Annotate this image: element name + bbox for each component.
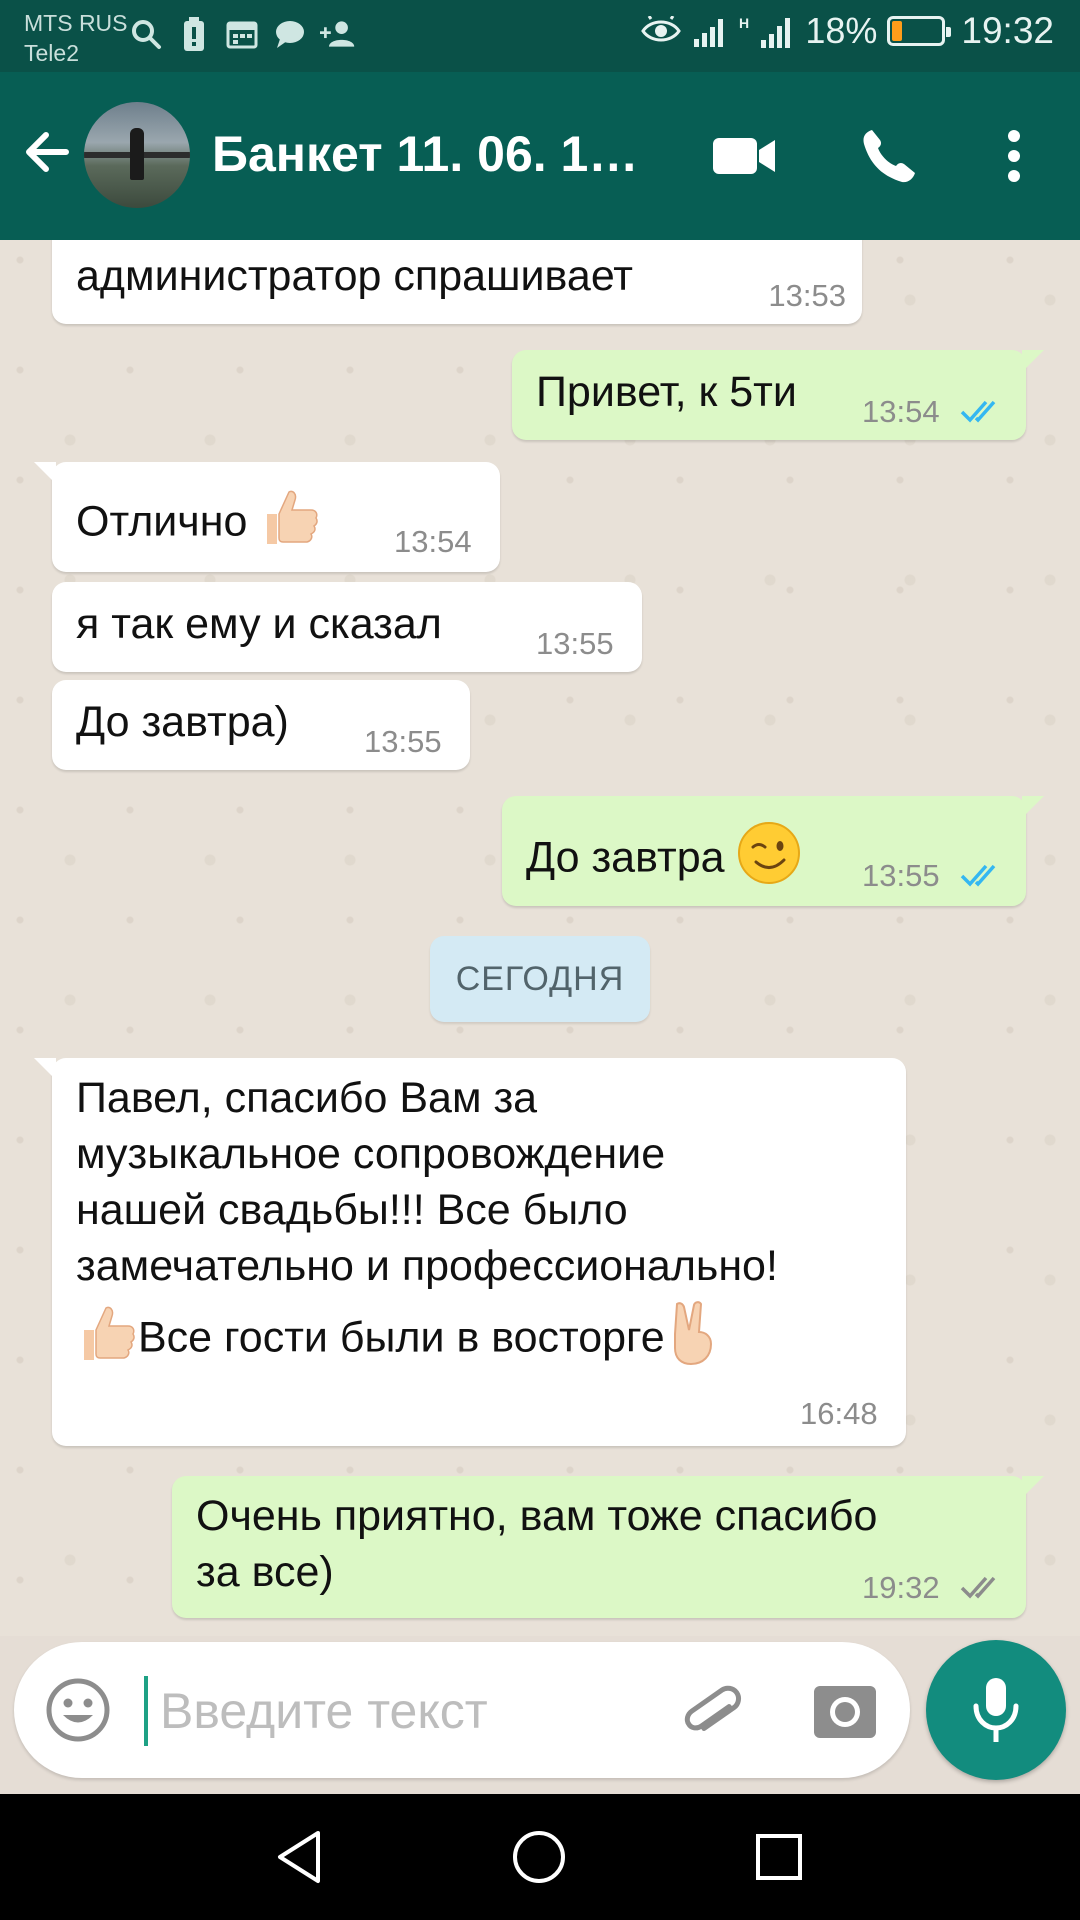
message-incoming[interactable]: администратор спрашивает 13:53 (52, 240, 862, 324)
emoji-icon[interactable] (44, 1676, 112, 1744)
battery-icon (887, 16, 952, 46)
signal-h-icon: H (739, 11, 795, 51)
message-time: 13:55 (364, 724, 442, 759)
back-arrow-icon[interactable] (18, 122, 78, 182)
delivered-ticks-icon (960, 1576, 996, 1599)
message-incoming[interactable]: Отлично 13:54 (34, 462, 500, 572)
message-text: Привет, к 5ти (536, 368, 797, 416)
carrier-1: MTS RUS (24, 10, 128, 36)
thumbs-up-emoji-icon (76, 1302, 138, 1378)
calendar-icon (224, 14, 260, 54)
battery-saver-icon (176, 14, 212, 54)
message-list[interactable]: администратор спрашивает 13:53 Привет, к… (0, 240, 1080, 1636)
nav-back-icon[interactable] (264, 1822, 334, 1892)
message-time: 13:53 (768, 278, 846, 313)
message-text: администратор спрашивает (76, 252, 634, 300)
message-outgoing[interactable]: До завтра 13:55 (502, 796, 1044, 906)
thumbs-up-emoji-icon (259, 486, 321, 562)
chat-header: Банкет 11. 06. 1… (0, 72, 1080, 240)
message-incoming[interactable]: До завтра) 13:55 (52, 680, 470, 770)
message-outgoing[interactable]: Очень приятно, вам тоже спасибо за все) … (172, 1476, 1044, 1618)
message-incoming[interactable]: я так ему и сказал 13:55 (52, 582, 642, 672)
notification-icons (128, 14, 356, 54)
message-text: Отлично (76, 486, 321, 562)
mic-button[interactable] (926, 1640, 1066, 1780)
system-nav-bar (0, 1794, 1080, 1920)
message-outgoing[interactable]: Привет, к 5ти 13:54 (512, 350, 1044, 440)
message-time: 16:48 (800, 1396, 878, 1431)
message-time: 13:55 (536, 626, 614, 661)
nav-recents-icon[interactable] (744, 1822, 814, 1892)
status-right: H 18% 19:32 (639, 10, 1054, 52)
phone-call-icon[interactable] (848, 116, 928, 196)
chat-icon (272, 14, 308, 54)
message-time: 13:54 (862, 394, 940, 429)
battery-percent: 18% (805, 10, 878, 51)
mic-icon (973, 1678, 1019, 1742)
message-text: До завтра (526, 820, 802, 900)
add-contact-icon (320, 14, 356, 54)
message-time: 13:55 (862, 858, 940, 893)
message-input-bar[interactable]: Введите текст (14, 1642, 910, 1778)
date-divider: СЕГОДНЯ (430, 936, 650, 1022)
svg-text:H: H (739, 15, 749, 31)
signal-icon (693, 11, 729, 51)
clock: 19:32 (961, 10, 1054, 51)
attach-icon[interactable] (674, 1672, 754, 1752)
message-input[interactable]: Введите текст (160, 1680, 488, 1742)
search-icon (128, 14, 164, 54)
message-time: 13:54 (394, 524, 472, 559)
wink-emoji-icon (736, 820, 802, 900)
message-text: Павел, спасибо Вам за музыкальное сопров… (76, 1070, 896, 1380)
text-caret (144, 1676, 148, 1746)
carrier-2: Tele2 (24, 40, 79, 66)
message-incoming[interactable]: Павел, спасибо Вам за музыкальное сопров… (34, 1058, 906, 1446)
message-time: 19:32 (862, 1570, 940, 1605)
more-vert-icon[interactable] (974, 116, 1054, 196)
message-text: я так ему и сказал (76, 600, 442, 648)
victory-hand-emoji-icon (665, 1300, 719, 1380)
avatar[interactable] (84, 102, 190, 208)
read-ticks-icon (960, 400, 996, 423)
message-text: До завтра) (76, 698, 289, 746)
nav-home-icon[interactable] (504, 1822, 574, 1892)
carrier-info: MTS RUS Tele2 (24, 8, 128, 68)
read-ticks-icon (960, 864, 996, 887)
chat-title[interactable]: Банкет 11. 06. 1… (212, 122, 682, 186)
camera-icon[interactable] (806, 1672, 886, 1752)
video-call-icon[interactable] (704, 116, 784, 196)
eye-icon (639, 11, 683, 51)
status-bar: MTS RUS Tele2 H 18% 19:32 (0, 0, 1080, 72)
